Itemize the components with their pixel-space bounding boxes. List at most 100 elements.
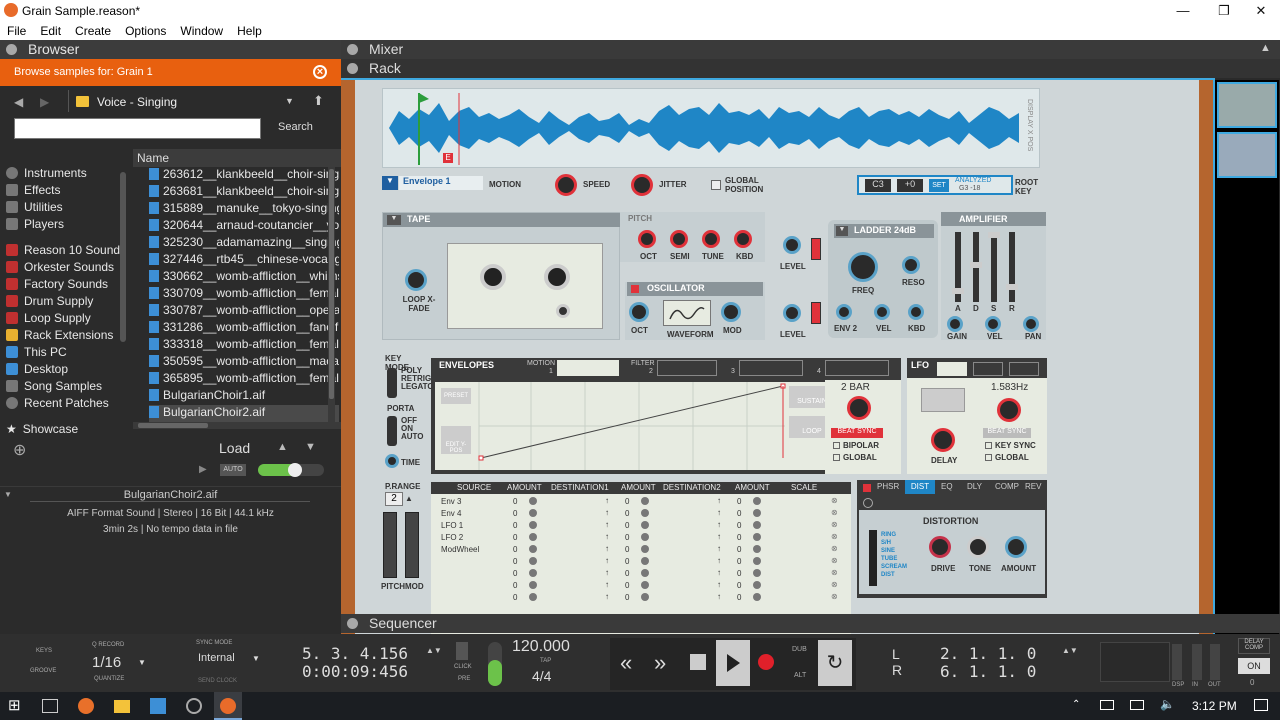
- battery-icon[interactable]: [1100, 700, 1114, 710]
- filter-dropdown-icon[interactable]: ▼: [836, 226, 848, 236]
- taskbar-clock[interactable]: 3:12 PM: [1192, 699, 1237, 713]
- list-item[interactable]: 350595__womb-affliction__macabre: [149, 354, 339, 371]
- tempo-value[interactable]: 120.000: [512, 638, 570, 656]
- sidebar-item-recent[interactable]: Recent Patches: [6, 396, 109, 413]
- matrix-amount-knob[interactable]: [753, 545, 761, 553]
- destination-arrow-icon[interactable]: ↑: [605, 556, 609, 565]
- menu-create[interactable]: Create: [68, 22, 118, 38]
- destination-arrow-icon[interactable]: ↑: [605, 592, 609, 601]
- set-button[interactable]: SET: [929, 179, 949, 192]
- matrix-amount-knob[interactable]: [529, 533, 537, 541]
- lfo2-tab[interactable]: [973, 362, 1003, 376]
- matrix-amount-knob[interactable]: [753, 557, 761, 565]
- amp-vel-knob[interactable]: [985, 316, 1001, 332]
- destination-arrow-icon[interactable]: ↑: [717, 592, 721, 601]
- waveform-display[interactable]: E DISPLAY X POS: [382, 88, 1040, 168]
- matrix-source[interactable]: Env 4: [441, 509, 461, 518]
- env3-shape-tab[interactable]: [739, 360, 803, 376]
- table-row[interactable]: 0 0 0 ↑ ↑ ⊗: [431, 592, 851, 604]
- osc-oct-knob[interactable]: [629, 302, 649, 322]
- left-locator[interactable]: 2. 1. 1. 0: [940, 644, 1036, 663]
- list-item[interactable]: 325230__adamamazing__singing-w: [149, 235, 339, 252]
- list-item[interactable]: 263612__klankbeeld__choir-singing: [149, 167, 339, 184]
- location-dropdown-icon[interactable]: ▼: [285, 96, 294, 106]
- sidebar-item-instruments[interactable]: Instruments: [6, 166, 87, 183]
- sidebar-item-desktop[interactable]: Desktop: [6, 362, 68, 379]
- matrix-amount[interactable]: 0: [513, 569, 517, 578]
- matrix-source[interactable]: LFO 2: [441, 533, 463, 542]
- sidebar-item-effects[interactable]: Effects: [6, 183, 60, 200]
- matrix-amount-knob[interactable]: [529, 497, 537, 505]
- env2-shape-tab[interactable]: [657, 360, 717, 376]
- lfo-wave-selector[interactable]: [921, 388, 965, 412]
- matrix-amount-knob[interactable]: [753, 569, 761, 577]
- panel-toggle-icon[interactable]: [347, 44, 358, 55]
- groove-label[interactable]: GROOVE: [30, 668, 56, 674]
- tray-chevron-icon[interactable]: ⌃: [1072, 699, 1080, 710]
- oct-knob[interactable]: [638, 230, 656, 248]
- lfo-beat-sync-button[interactable]: BEAT SYNC: [983, 428, 1031, 438]
- matrix-source[interactable]: ModWheel: [441, 545, 479, 554]
- sequencer-bar[interactable]: Sequencer: [341, 614, 1280, 633]
- sidebar-item-this-pc[interactable]: This PC: [6, 345, 67, 362]
- sidebar-item-utilities[interactable]: Utilities: [6, 200, 63, 217]
- destination-arrow-icon[interactable]: ↑: [605, 508, 609, 517]
- matrix-amount-knob[interactable]: [529, 569, 537, 577]
- menu-file[interactable]: File: [0, 22, 33, 38]
- matrix-amount-knob[interactable]: [529, 557, 537, 565]
- env-beat-sync-button[interactable]: BEAT SYNC: [831, 428, 883, 438]
- reso-knob[interactable]: [902, 256, 920, 274]
- matrix-amount-knob[interactable]: [641, 593, 649, 601]
- task-view-icon[interactable]: [42, 699, 58, 713]
- location-label[interactable]: Voice - Singing: [97, 95, 177, 109]
- matrix-amount[interactable]: 0: [737, 569, 741, 578]
- prange-stepper-icon[interactable]: ▲: [405, 494, 415, 504]
- matrix-amount-knob[interactable]: [753, 593, 761, 601]
- matrix-amount[interactable]: 0: [737, 593, 741, 602]
- destination-arrow-icon[interactable]: ↑: [717, 520, 721, 529]
- list-item[interactable]: 330787__womb-affliction__operatic: [149, 303, 339, 320]
- forward-arrow-icon[interactable]: ▶: [40, 95, 49, 109]
- key-mode-switch[interactable]: [387, 368, 397, 398]
- matrix-amount-knob[interactable]: [753, 533, 761, 541]
- notification-icon[interactable]: [1254, 699, 1268, 711]
- table-row[interactable]: LFO 1 0 0 0 ↑ ↑ ⊗: [431, 520, 851, 532]
- loop-icon[interactable]: ↻: [818, 640, 852, 686]
- matrix-amount[interactable]: 0: [737, 509, 741, 518]
- fx-tab-rev[interactable]: REV: [1025, 482, 1041, 491]
- maximize-button[interactable]: ❐: [1201, 0, 1247, 22]
- matrix-amount-knob[interactable]: [529, 593, 537, 601]
- env-select-dropdown[interactable]: ▼: [382, 176, 398, 190]
- matrix-amount[interactable]: 0: [625, 593, 629, 602]
- matrix-amount[interactable]: 0: [737, 557, 741, 566]
- porta-switch[interactable]: [387, 416, 397, 446]
- list-item[interactable]: 365895__womb-affliction__female-v: [149, 371, 339, 388]
- matrix-amount[interactable]: 0: [513, 593, 517, 602]
- destination-arrow-icon[interactable]: ↑: [717, 508, 721, 517]
- matrix-amount[interactable]: 0: [513, 533, 517, 542]
- matrix-amount-knob[interactable]: [641, 557, 649, 565]
- rewind-icon[interactable]: «: [620, 650, 632, 676]
- key-sync-checkbox[interactable]: [985, 442, 992, 449]
- matrix-amount[interactable]: 0: [625, 497, 629, 506]
- amount-knob[interactable]: [1005, 536, 1027, 558]
- osc-mod-knob[interactable]: [721, 302, 741, 322]
- panel-toggle-icon[interactable]: [347, 618, 358, 629]
- env-tab-1[interactable]: 1: [549, 368, 553, 375]
- osc-level-knob[interactable]: [783, 304, 801, 322]
- matrix-amount-knob[interactable]: [641, 521, 649, 529]
- up-folder-icon[interactable]: ⬆: [313, 93, 324, 109]
- destination-arrow-icon[interactable]: ↑: [717, 532, 721, 541]
- matrix-amount-knob[interactable]: [753, 497, 761, 505]
- sustain-slider[interactable]: [988, 232, 1000, 302]
- mail-icon[interactable]: [150, 698, 166, 714]
- freq-knob[interactable]: [848, 252, 878, 282]
- menu-window[interactable]: Window: [173, 22, 230, 38]
- panel-toggle-icon[interactable]: [6, 44, 17, 55]
- lfo-global-checkbox[interactable]: [985, 454, 992, 461]
- edit-ypos-button[interactable]: EDIT Y-POS: [441, 426, 471, 454]
- send-clock-label[interactable]: SEND CLOCK: [198, 678, 237, 684]
- destination-arrow-icon[interactable]: ↑: [717, 568, 721, 577]
- pitch-wheel[interactable]: [383, 512, 397, 578]
- porta-time-knob[interactable]: [385, 454, 399, 468]
